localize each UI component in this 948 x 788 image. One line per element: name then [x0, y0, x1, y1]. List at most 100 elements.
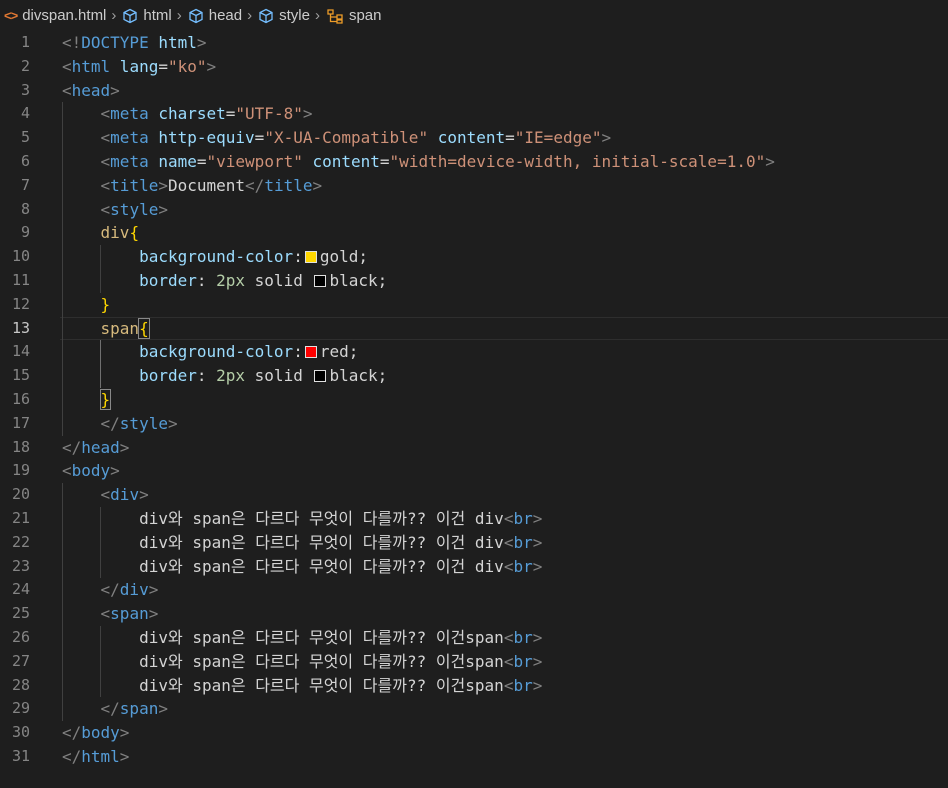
- code-line[interactable]: 11 border: 2px solid black;: [0, 268, 948, 293]
- code-line[interactable]: 29 </span>: [0, 697, 948, 722]
- code-line[interactable]: 19 <body>: [0, 459, 948, 483]
- code-line[interactable]: 31 </html>: [0, 745, 948, 769]
- code-token: <: [62, 80, 72, 100]
- code-token: background-color: [139, 342, 294, 362]
- color-swatch[interactable]: [304, 251, 317, 264]
- code-token: lang: [110, 56, 159, 76]
- line-number: 28: [11, 675, 30, 694]
- breadcrumb-label: html: [143, 7, 172, 24]
- code-token: div: [100, 223, 130, 243]
- code-line[interactable]: 4 <meta charset="UTF-8">: [0, 102, 948, 127]
- code-line[interactable]: 3 <head>: [0, 79, 948, 103]
- code-token: <: [100, 199, 111, 219]
- color-swatch[interactable]: [304, 346, 317, 359]
- line-number: 22: [11, 532, 30, 551]
- code-line[interactable]: 30 </body>: [0, 721, 948, 745]
- code-line[interactable]: 10 background-color: gold;: [0, 245, 948, 269]
- line-number: 3: [20, 80, 30, 99]
- code-editor[interactable]: 1 <!DOCTYPE html> 2 <html lang="ko"> 3 <head>…: [0, 31, 948, 788]
- code-line[interactable]: 26 div와 span은 다르다 무엇이 다를까?? 이건span<br>: [0, 625, 948, 650]
- code-line[interactable]: 20 <div>: [0, 483, 948, 507]
- line-number: 16: [11, 389, 30, 408]
- code-line[interactable]: 13 span{: [0, 316, 948, 341]
- code-token: br: [513, 532, 533, 552]
- code-token: Document: [167, 175, 246, 195]
- code-token: >: [119, 437, 130, 457]
- line-number: 8: [20, 199, 30, 218]
- code-line[interactable]: 15 border: 2px solid black;: [0, 364, 948, 388]
- breadcrumb-label: head: [208, 7, 243, 24]
- code-token: html: [81, 746, 120, 766]
- code-text: background-color: gold;: [62, 245, 368, 269]
- code-token: </: [62, 437, 82, 457]
- code-token: >: [532, 651, 543, 671]
- code-token: div와 span은 다르다 무엇이 다를까?? 이건 div: [62, 508, 504, 528]
- color-swatch[interactable]: [314, 274, 327, 287]
- code-token: border: [139, 366, 197, 386]
- code-line[interactable]: 16 }: [0, 387, 948, 412]
- code-token: {: [138, 317, 150, 339]
- code-token: >: [532, 556, 543, 576]
- code-line[interactable]: 14 background-color: red;: [0, 340, 948, 365]
- line-number: 18: [11, 437, 30, 456]
- code-token: </: [100, 580, 120, 600]
- code-line[interactable]: 18 </head>: [0, 436, 948, 460]
- code-token: "width=device-width, initial-scale=1.0": [389, 151, 766, 171]
- breadcrumb-html[interactable]: html: [122, 7, 172, 24]
- code-line[interactable]: 7 <title>Document</title>: [0, 173, 948, 198]
- breadcrumb-span[interactable]: span: [326, 7, 382, 24]
- code-text: border: 2px solid black;: [62, 269, 387, 293]
- code-token: border: [139, 270, 197, 290]
- code-line[interactable]: 17 </style>: [0, 411, 948, 436]
- code-token: =: [196, 151, 207, 171]
- code-line[interactable]: 1 <!DOCTYPE html>: [0, 31, 948, 55]
- line-number: 6: [20, 151, 30, 170]
- color-swatch[interactable]: [314, 370, 327, 383]
- code-line[interactable]: 6 <meta name="viewport" content="width=d…: [0, 149, 948, 174]
- breadcrumb-label: span: [348, 7, 382, 24]
- current-line-highlight: [60, 316, 948, 341]
- code-line[interactable]: 8 <style>: [0, 197, 948, 222]
- code-token: style: [110, 199, 159, 219]
- code-line[interactable]: 23 div와 span은 다르다 무엇이 다를까?? 이건 div<br>: [0, 554, 948, 579]
- breadcrumb-head[interactable]: head: [188, 7, 242, 24]
- chevron-right-icon: ›: [176, 7, 182, 24]
- line-number: 11: [11, 270, 30, 289]
- code-token: html: [148, 33, 197, 52]
- code-text: <!DOCTYPE html>: [62, 31, 207, 55]
- code-line[interactable]: 5 <meta http-equiv="X-UA-Compatible" con…: [0, 126, 948, 150]
- code-token: >: [601, 128, 612, 148]
- chevron-right-icon: ›: [314, 7, 320, 24]
- code-token: br: [513, 651, 533, 671]
- code-token: >: [148, 604, 159, 624]
- line-number: 30: [11, 723, 30, 742]
- code-token: </: [100, 699, 120, 719]
- line-number: 15: [11, 366, 30, 385]
- code-text: <html lang="ko">: [62, 55, 216, 79]
- code-line[interactable]: 27 div와 span은 다르다 무엇이 다를까?? 이건span<br>: [0, 649, 948, 674]
- line-number: 20: [11, 485, 30, 504]
- code-line[interactable]: 9 div{: [0, 221, 948, 246]
- code-line[interactable]: 24 </div>: [0, 578, 948, 603]
- line-number: 29: [11, 699, 30, 718]
- code-token: >: [302, 104, 313, 124]
- breadcrumb-style[interactable]: style: [258, 7, 310, 24]
- code-line[interactable]: 21 div와 span은 다르다 무엇이 다를까?? 이건 div<br>: [0, 506, 948, 531]
- code-token: >: [765, 151, 775, 171]
- code-line[interactable]: 2 <html lang="ko">: [0, 55, 948, 79]
- code-text: <meta http-equiv="X-UA-Compatible" conte…: [62, 126, 612, 150]
- breadcrumb-file[interactable]: <> divspan.html: [4, 7, 106, 24]
- code-text: span{: [62, 317, 150, 341]
- code-text: </div>: [62, 578, 159, 602]
- code-line[interactable]: 28 div와 span은 다르다 무엇이 다를까?? 이건span<br>: [0, 673, 948, 698]
- line-number: 19: [11, 461, 30, 480]
- code-line[interactable]: 25 <span>: [0, 602, 948, 626]
- code-line[interactable]: 12 }: [0, 292, 948, 317]
- code-line[interactable]: 22 div와 span은 다르다 무엇이 다를까?? 이건 div<br>: [0, 530, 948, 555]
